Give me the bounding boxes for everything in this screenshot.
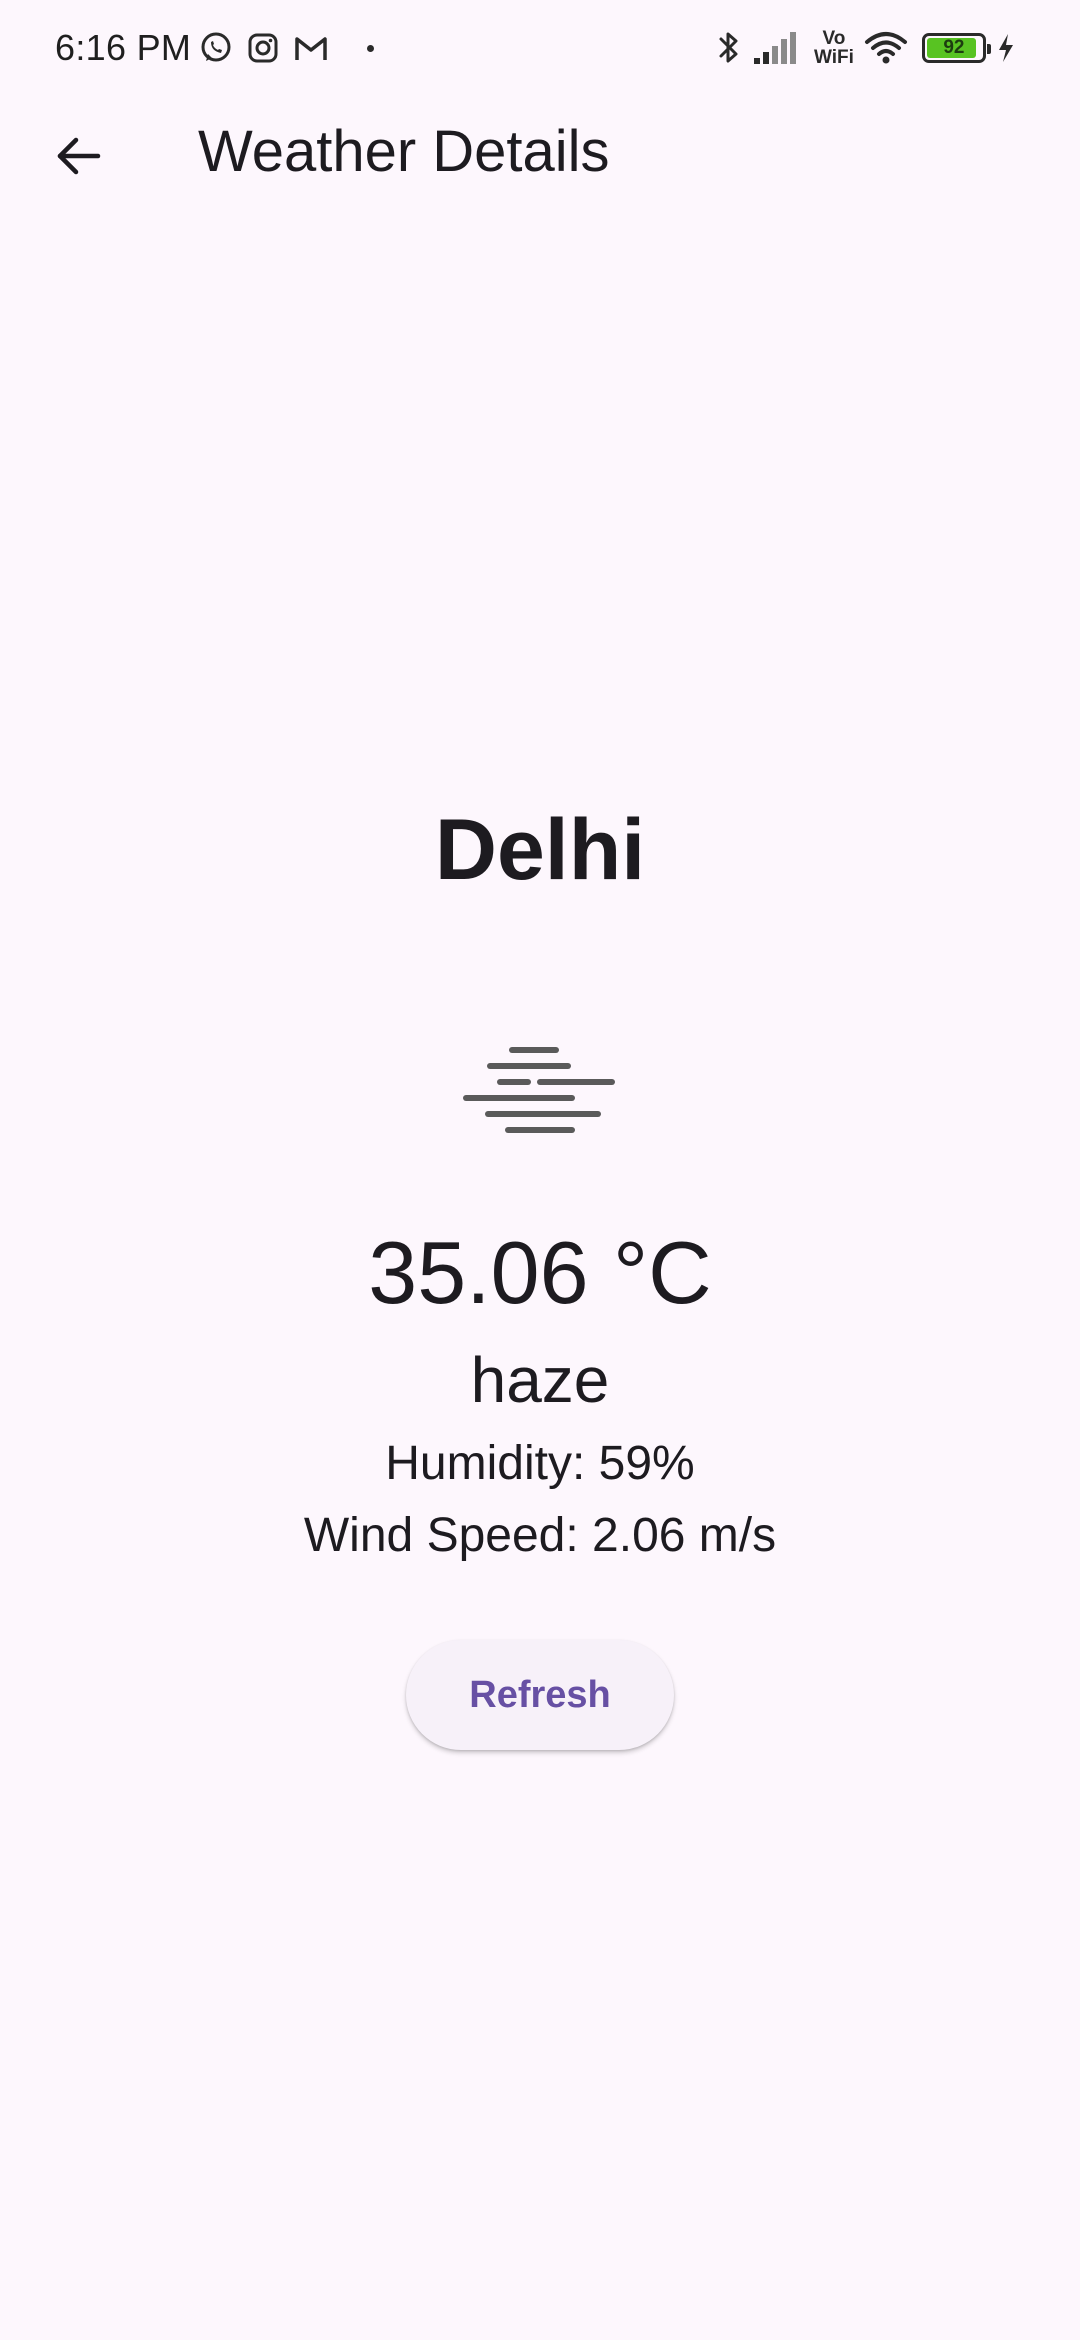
vowifi-top-label: Vo bbox=[822, 28, 846, 49]
battery-icon: 92 bbox=[921, 33, 991, 63]
more-dot-icon bbox=[367, 44, 374, 52]
vowifi-icon: Vo WiFi bbox=[814, 29, 854, 67]
temperature: 35.06 °C bbox=[368, 1223, 712, 1322]
page-title: Weather Details bbox=[198, 119, 610, 184]
weather-description: haze bbox=[470, 1344, 610, 1416]
back-button[interactable] bbox=[30, 110, 126, 206]
bluetooth-icon bbox=[716, 28, 742, 68]
charging-icon bbox=[996, 32, 1016, 64]
arrow-back-icon bbox=[52, 130, 104, 187]
wind-speed: Wind Speed: 2.06 m/s bbox=[303, 1509, 777, 1562]
haze-icon bbox=[460, 1020, 620, 1150]
status-bar: 6:16 PM Vo WiFi 92 bbox=[0, 0, 1080, 96]
humidity: Humidity: 59% bbox=[385, 1437, 695, 1490]
vowifi-bottom-label: WiFi bbox=[814, 47, 854, 68]
signal-icon bbox=[752, 30, 802, 66]
city-name: Delhi bbox=[434, 802, 646, 898]
refresh-button[interactable]: Refresh bbox=[406, 1640, 674, 1750]
app-bar: Weather Details bbox=[0, 96, 1080, 208]
instagram-icon bbox=[247, 32, 279, 64]
wifi-icon bbox=[864, 30, 908, 66]
battery-cap bbox=[986, 44, 991, 54]
battery-level: 92 bbox=[943, 37, 965, 58]
gmail-icon bbox=[293, 33, 329, 63]
whatsapp-icon bbox=[199, 31, 233, 65]
status-time: 6:16 PM bbox=[55, 27, 192, 68]
notification-icons bbox=[199, 28, 374, 68]
system-icons: Vo WiFi 92 bbox=[716, 24, 1016, 72]
